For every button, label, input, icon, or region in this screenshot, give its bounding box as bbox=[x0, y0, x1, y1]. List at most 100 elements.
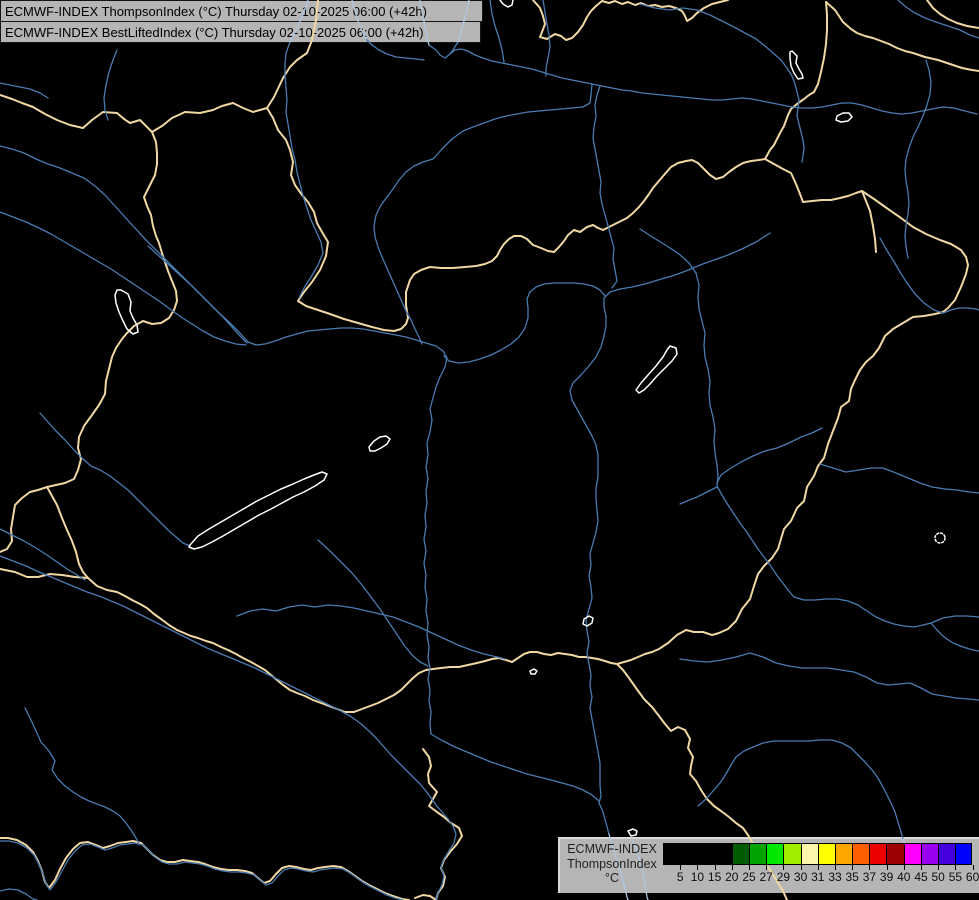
colorbar-box bbox=[921, 843, 938, 865]
colorbar-box bbox=[818, 843, 835, 865]
border-croatia-serbia bbox=[423, 749, 462, 900]
colorbar-box bbox=[766, 843, 783, 865]
title-line-1: ECMWF-INDEX ThompsonIndex (°C) Thursday … bbox=[5, 4, 427, 19]
lake-tiny-se bbox=[628, 829, 637, 836]
border-ukraine-north bbox=[826, 2, 979, 71]
rivers bbox=[0, 0, 979, 900]
river-koros-fork bbox=[680, 487, 717, 504]
colorbar-box bbox=[955, 843, 972, 865]
title-bar-primary: ECMWF-INDEX ThompsonIndex (°C) Thursday … bbox=[0, 0, 483, 22]
river-top-1 bbox=[450, 42, 458, 54]
river-vah-lower bbox=[374, 84, 592, 344]
colorbar-tick-label: 37 bbox=[863, 870, 876, 884]
border-austria-hungary bbox=[47, 132, 177, 487]
border-ukraine-stub bbox=[862, 191, 876, 252]
colorbar-tick-label: 27 bbox=[760, 870, 773, 884]
lake-palic bbox=[583, 616, 593, 626]
colorbar-box bbox=[801, 843, 818, 865]
river-vah-spring bbox=[543, 0, 550, 76]
colorbar-tick-label: 20 bbox=[725, 870, 738, 884]
legend-content: ECMWF-INDEX ThompsonIndex °C 5 10 15 20 25 27… bbox=[558, 837, 979, 893]
colorbar-tick-label: 30 bbox=[794, 870, 807, 884]
legend-model-label: ECMWF-INDEX bbox=[562, 842, 662, 857]
border-poland-slovakia bbox=[533, 0, 728, 40]
river-nw-2 bbox=[0, 83, 48, 98]
colorbar-box bbox=[904, 843, 921, 865]
river-top-2 bbox=[490, 0, 504, 62]
border-slovenia-hungary bbox=[47, 487, 88, 578]
border-croatia-west bbox=[0, 569, 88, 578]
river-tisza bbox=[570, 233, 770, 834]
river-morava bbox=[285, 42, 323, 298]
lakes bbox=[115, 0, 945, 836]
river-ukraine-north bbox=[640, 4, 804, 162]
border-slovenia-west bbox=[0, 487, 47, 552]
colorbar-tick-label: 50 bbox=[932, 870, 945, 884]
colorbar-box bbox=[697, 843, 714, 865]
river-koros-1 bbox=[717, 428, 822, 483]
colorbar-box bbox=[715, 843, 732, 865]
title-bar-secondary: ECMWF-INDEX BestLiftedIndex (°C) Thursda… bbox=[0, 22, 481, 43]
colorbar-tick-label: 33 bbox=[828, 870, 841, 884]
border-sava bbox=[0, 838, 409, 900]
colorbar-tick-label: 29 bbox=[777, 870, 790, 884]
map-canvas bbox=[0, 0, 979, 900]
border-hungary-romania bbox=[652, 191, 968, 652]
colorbar-tick-label: 25 bbox=[742, 870, 755, 884]
colorbar-tick-label: 31 bbox=[811, 870, 824, 884]
legend-title-block: ECMWF-INDEX ThompsonIndex °C bbox=[562, 842, 662, 886]
colorbar-tick-label: 45 bbox=[914, 870, 927, 884]
colorbar-tick-label: 35 bbox=[846, 870, 859, 884]
title-line-2: ECMWF-INDEX BestLiftedIndex (°C) Thursda… bbox=[5, 25, 424, 40]
river-mures-fork bbox=[931, 616, 979, 623]
lake-small-ne bbox=[836, 113, 852, 122]
river-raba bbox=[0, 212, 246, 345]
river-vah-chain bbox=[429, 45, 977, 114]
border-hungary-ukraine bbox=[765, 159, 862, 202]
river-bosnia-meander bbox=[25, 708, 139, 844]
border-sava-east bbox=[415, 895, 436, 900]
lake-neusiedl bbox=[115, 290, 138, 334]
colorbar-box bbox=[852, 843, 869, 865]
colorbar-box bbox=[680, 843, 697, 865]
river-crisuri bbox=[880, 238, 979, 313]
river-banat-arc bbox=[698, 740, 903, 839]
lake-velence bbox=[369, 436, 390, 451]
border-top-right-corner bbox=[927, 0, 979, 28]
border-slovakia-hungary bbox=[267, 108, 765, 331]
river-koros-2 bbox=[820, 464, 979, 493]
lake-circle-east bbox=[935, 533, 945, 543]
colorbar-tick-label: 10 bbox=[691, 870, 704, 884]
colorbar-tick-label: 60 bbox=[966, 870, 979, 884]
border-czech-austria bbox=[0, 95, 267, 132]
river-sio bbox=[318, 540, 428, 666]
river-ne-corner bbox=[898, 0, 979, 38]
lake-balaton bbox=[189, 472, 327, 549]
river-ukraine-east bbox=[905, 60, 931, 258]
rivers-over-panels bbox=[290, 0, 906, 900]
river-drava bbox=[0, 556, 456, 900]
lake-orava bbox=[500, 0, 513, 7]
weather-map-screen: ECMWF-INDEX ThompsonIndex (°C) Thursday … bbox=[0, 0, 979, 900]
river-ipoly bbox=[444, 283, 605, 363]
river-bega bbox=[680, 653, 979, 700]
legend-unit-label: °C bbox=[562, 871, 662, 886]
river-zala bbox=[40, 413, 190, 546]
lake-ukraine-reservoir bbox=[790, 51, 803, 79]
river-sw-corner bbox=[0, 889, 37, 900]
colorbar-tick-label: 55 bbox=[949, 870, 962, 884]
river-sava bbox=[0, 841, 403, 900]
colorbar-box bbox=[783, 843, 800, 865]
colorbar-box bbox=[749, 843, 766, 865]
colorbar-box bbox=[869, 843, 886, 865]
colorbar-box bbox=[938, 843, 955, 865]
river-bodrog-szamos-mures bbox=[640, 229, 979, 651]
river-raba-branch bbox=[148, 246, 247, 343]
border-hungary-croatia bbox=[88, 578, 652, 712]
river-mura bbox=[0, 529, 85, 580]
country-borders bbox=[0, 0, 979, 900]
colorbar-tick-label: 15 bbox=[708, 870, 721, 884]
colorbar bbox=[663, 843, 972, 865]
lake-tiny-south bbox=[530, 669, 537, 674]
colorbar-tick-label: 5 bbox=[677, 870, 684, 884]
